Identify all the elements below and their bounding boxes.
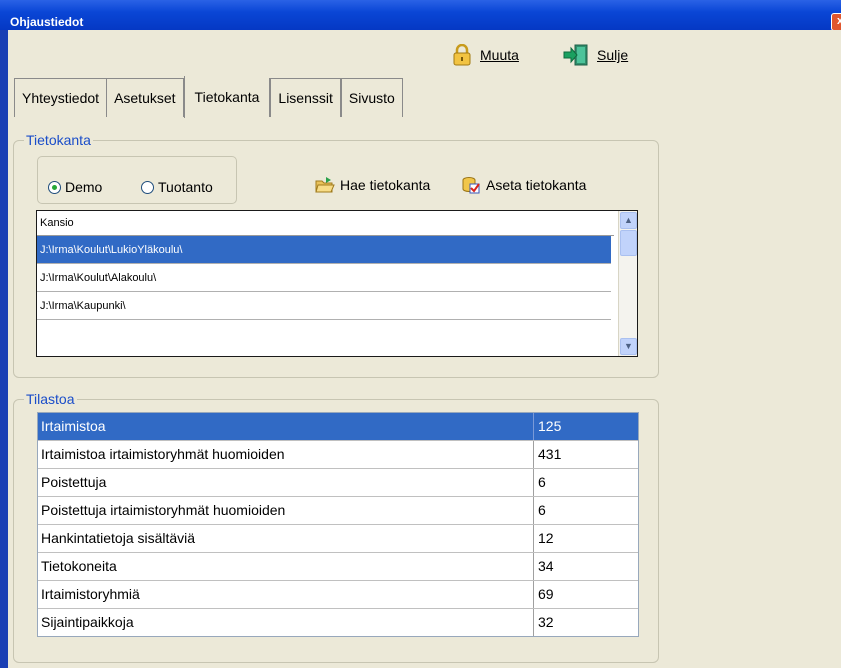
environment-radio-group: Demo Tuotanto bbox=[37, 156, 237, 204]
stat-value: 34 bbox=[538, 558, 554, 574]
tab-asetukset[interactable]: Asetukset bbox=[107, 78, 184, 117]
tab-lisenssit[interactable]: Lisenssit bbox=[269, 78, 341, 117]
dialog-body: Muuta Sulje Yhteystiedot Asetukset Tieto… bbox=[8, 30, 841, 668]
stat-name: Irtaimistoa irtaimistoryhmät huomioiden bbox=[38, 441, 534, 468]
tab-sivusto[interactable]: Sivusto bbox=[340, 78, 403, 117]
table-row[interactable]: Irtaimistoa 125 bbox=[38, 413, 638, 441]
stat-value: 125 bbox=[538, 418, 562, 434]
table-row[interactable]: Poistettuja irtaimistoryhmät huomioiden … bbox=[38, 497, 638, 525]
set-database-label: Aseta tietokanta bbox=[486, 177, 587, 193]
list-item[interactable]: J:\Irma\Kaupunki\ bbox=[37, 292, 611, 320]
radio-demo[interactable]: Demo bbox=[48, 179, 102, 195]
radio-demo-label: Demo bbox=[65, 179, 103, 195]
fetch-database-button[interactable]: Hae tietokanta bbox=[315, 176, 430, 194]
table-row[interactable]: Sijaintipaikkoja 32 bbox=[38, 609, 638, 636]
close-button[interactable]: Sulje bbox=[563, 44, 628, 66]
stat-name: Tietokoneita bbox=[38, 553, 534, 580]
database-check-icon bbox=[462, 177, 480, 194]
stat-name: Irtaimistoryhmiä bbox=[38, 581, 534, 608]
tab-yhteystiedot[interactable]: Yhteystiedot bbox=[14, 78, 108, 117]
list-item[interactable]: J:\Irma\Koulut\LukioYläkoulu\ bbox=[37, 236, 611, 264]
fetch-database-label: Hae tietokanta bbox=[340, 177, 431, 193]
open-folder-icon bbox=[315, 177, 335, 193]
table-row[interactable]: Tietokoneita 34 bbox=[38, 553, 638, 581]
radio-production-label: Tuotanto bbox=[158, 179, 213, 195]
scroll-thumb[interactable] bbox=[620, 230, 637, 256]
stat-name: Poistettuja irtaimistoryhmät huomioiden bbox=[38, 497, 534, 524]
stat-value: 69 bbox=[538, 586, 554, 602]
tab-strip: Yhteystiedot Asetukset Tietokanta Lisens… bbox=[14, 76, 403, 118]
list-item[interactable]: J:\Irma\Koulut\Alakoulu\ bbox=[37, 264, 611, 292]
stat-name: Hankintatietoja sisältäviä bbox=[38, 525, 534, 552]
scroll-down-icon[interactable]: ▼ bbox=[620, 338, 637, 355]
stat-name: Sijaintipaikkoja bbox=[38, 609, 534, 636]
lock-icon bbox=[453, 44, 471, 66]
folder-list[interactable]: Kansio J:\Irma\Koulut\LukioYläkoulu\ J:\… bbox=[36, 210, 638, 357]
title-bar: Ohjaustiedot x bbox=[0, 0, 841, 31]
edit-button-label: Muuta bbox=[480, 47, 519, 63]
statistics-group-label: Tilastoa bbox=[24, 391, 77, 407]
radio-demo-checked-icon bbox=[48, 180, 61, 194]
close-button-label: Sulje bbox=[597, 47, 629, 63]
folder-list-header[interactable]: Kansio bbox=[37, 211, 614, 236]
close-window-icon[interactable]: x bbox=[831, 13, 841, 31]
folder-list-scrollbar[interactable]: ▲ ▼ bbox=[618, 211, 637, 356]
exit-door-icon bbox=[563, 44, 588, 66]
table-row[interactable]: Hankintatietoja sisältäviä 12 bbox=[38, 525, 638, 553]
tab-tietokanta[interactable]: Tietokanta bbox=[183, 76, 270, 118]
stat-value: 6 bbox=[538, 474, 546, 490]
radio-production[interactable]: Tuotanto bbox=[141, 179, 213, 195]
stat-name: Poistettuja bbox=[38, 469, 534, 496]
stat-value: 6 bbox=[538, 502, 546, 518]
list-item[interactable] bbox=[37, 320, 611, 348]
stat-value: 32 bbox=[538, 614, 554, 630]
stat-name: Irtaimistoa bbox=[38, 413, 534, 440]
stat-value: 431 bbox=[538, 446, 562, 462]
database-group-label: Tietokanta bbox=[24, 132, 93, 148]
statistics-table: Irtaimistoa 125 Irtaimistoa irtaimistory… bbox=[37, 412, 639, 637]
stat-value: 12 bbox=[538, 530, 554, 546]
edit-button[interactable]: Muuta bbox=[452, 44, 519, 66]
table-row[interactable]: Irtaimistoa irtaimistoryhmät huomioiden … bbox=[38, 441, 638, 469]
scroll-up-icon[interactable]: ▲ bbox=[620, 212, 637, 229]
radio-production-icon bbox=[141, 180, 154, 194]
table-row[interactable]: Irtaimistoryhmiä 69 bbox=[38, 581, 638, 609]
table-row[interactable]: Poistettuja 6 bbox=[38, 469, 638, 497]
window-title: Ohjaustiedot bbox=[10, 15, 84, 29]
set-database-button[interactable]: Aseta tietokanta bbox=[461, 176, 586, 194]
